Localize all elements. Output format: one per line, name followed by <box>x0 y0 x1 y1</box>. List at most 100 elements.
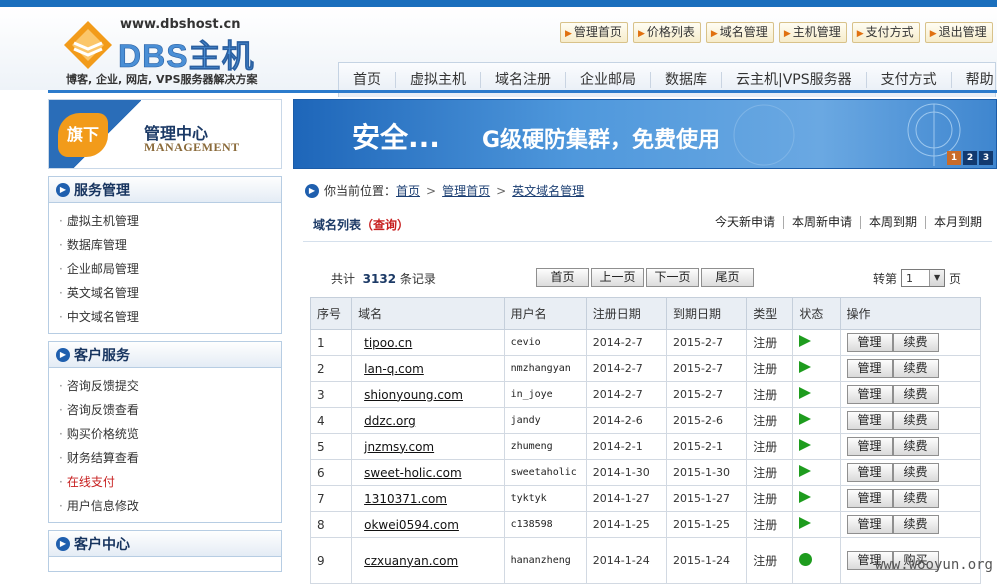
toplink-4[interactable]: ▶支付方式 <box>852 22 920 43</box>
status-cell <box>793 460 840 486</box>
sidebar-item-label: 企业邮局管理 <box>67 262 139 276</box>
reg-date: 2014-2-6 <box>586 408 666 434</box>
exp-date: 2015-2-1 <box>667 434 747 460</box>
domain-link[interactable]: ddzc.org <box>352 408 504 434</box>
section-header: ▶客户中心 <box>49 531 281 557</box>
nav-item-2[interactable]: 域名注册 <box>481 72 566 88</box>
banner-page-0[interactable]: 1 <box>947 151 961 165</box>
domain-link[interactable]: czxuanyan.com <box>352 538 504 584</box>
toplink-2[interactable]: ▶域名管理 <box>706 22 774 43</box>
domain-type: 注册 <box>747 512 793 538</box>
op-button-renew[interactable]: 续费 <box>893 411 939 430</box>
reg-date: 2014-2-7 <box>586 330 666 356</box>
date-filters: 今天新申请本周新申请本周到期本月到期 <box>707 216 982 229</box>
domain-link[interactable]: jnzmsy.com <box>352 434 504 460</box>
arrow-right-icon: ▶ <box>711 29 718 39</box>
breadcrumb: ▶ 你当前位置： 首页 > 管理首页 > 英文域名管理 <box>305 182 584 199</box>
table-row: 1tipoo.cncevio2014-2-72015-2-7注册管理续费 <box>311 330 981 356</box>
nav-item-6[interactable]: 支付方式 <box>867 72 952 88</box>
op-button-manage[interactable]: 管理 <box>847 385 893 404</box>
bullet-icon: · <box>59 427 63 441</box>
filter-3[interactable]: 本月到期 <box>926 216 982 229</box>
bullet-icon: · <box>59 214 63 228</box>
pager-button-0[interactable]: 首页 <box>536 268 589 287</box>
status-cell <box>793 408 840 434</box>
op-button-renew[interactable]: 续费 <box>893 359 939 378</box>
toplink-3[interactable]: ▶主机管理 <box>779 22 847 43</box>
banner-page-2[interactable]: 3 <box>979 151 993 165</box>
toplink-1[interactable]: ▶价格列表 <box>633 22 701 43</box>
page-select[interactable]: 1▼ <box>901 269 945 287</box>
pager-button-3[interactable]: 尾页 <box>701 268 754 287</box>
sidebar-item[interactable]: ·数据库管理 <box>59 233 281 257</box>
breadcrumb-manage-home[interactable]: 管理首页 <box>442 182 490 199</box>
nav-item-7[interactable]: 帮助 <box>952 72 997 88</box>
sidebar-item[interactable]: ·购买价格统览 <box>59 422 281 446</box>
table-row: 3shionyoung.comin_joye2014-2-72015-2-7注册… <box>311 382 981 408</box>
operations-cell: 管理续费 <box>840 486 980 512</box>
op-button-renew[interactable]: 续费 <box>893 463 939 482</box>
op-button-manage[interactable]: 管理 <box>847 437 893 456</box>
query-link[interactable]: （查询） <box>361 218 409 232</box>
sidebar-item[interactable]: ·财务结算查看 <box>59 446 281 470</box>
nav-item-3[interactable]: 企业邮局 <box>566 72 651 88</box>
toplink-5[interactable]: ▶退出管理 <box>925 22 993 43</box>
management-header: 旗下 管理中心 MANAGEMENT <box>48 99 282 169</box>
sidebar-item[interactable]: ·虚拟主机管理 <box>59 209 281 233</box>
op-button-renew[interactable]: 续费 <box>893 437 939 456</box>
sidebar-item[interactable]: ·英文域名管理 <box>59 281 281 305</box>
op-button-manage[interactable]: 管理 <box>847 411 893 430</box>
op-button-manage[interactable]: 管理 <box>847 333 893 352</box>
sidebar-sections: ▶服务管理·虚拟主机管理·数据库管理·企业邮局管理·英文域名管理·中文域名管理▶… <box>48 176 282 572</box>
op-button-renew[interactable]: 续费 <box>893 515 939 534</box>
op-button-renew[interactable]: 续费 <box>893 385 939 404</box>
sidebar-item[interactable]: ·用户信息修改 <box>59 494 281 518</box>
bullet-icon: · <box>59 238 63 252</box>
filter-1[interactable]: 本周新申请 <box>784 216 861 229</box>
filter-2[interactable]: 本周到期 <box>861 216 926 229</box>
domain-link[interactable]: okwei0594.com <box>352 512 504 538</box>
filter-0[interactable]: 今天新申请 <box>707 216 784 229</box>
domain-link[interactable]: sweet-holic.com <box>352 460 504 486</box>
nav-item-4[interactable]: 数据库 <box>651 72 722 88</box>
nav-item-1[interactable]: 虚拟主机 <box>396 72 481 88</box>
dropdown-arrow-icon[interactable]: ▼ <box>929 270 944 286</box>
status-active-icon <box>799 491 811 503</box>
top-stripe <box>0 0 997 7</box>
op-button-renew[interactable]: 续费 <box>893 333 939 352</box>
nav-divider <box>48 90 997 93</box>
nav-item-0[interactable]: 首页 <box>339 72 396 88</box>
pager-button-1[interactable]: 上一页 <box>591 268 644 287</box>
sidebar-item[interactable]: ·企业邮局管理 <box>59 257 281 281</box>
promo-banner[interactable]: 安全... G级硬防集群，免费使用 123 <box>293 99 997 169</box>
breadcrumb-home[interactable]: 首页 <box>396 182 420 199</box>
reg-date: 2014-2-7 <box>586 382 666 408</box>
domain-link[interactable]: shionyoung.com <box>352 382 504 408</box>
nav-item-5[interactable]: 云主机|VPS服务器 <box>722 72 867 88</box>
banner-page-1[interactable]: 2 <box>963 151 977 165</box>
toplink-0[interactable]: ▶管理首页 <box>560 22 628 43</box>
table-row: 5jnzmsy.comzhumeng2014-2-12015-2-1注册管理续费 <box>311 434 981 460</box>
op-button-manage[interactable]: 管理 <box>847 515 893 534</box>
op-button-manage[interactable]: 管理 <box>847 489 893 508</box>
domain-link[interactable]: lan-q.com <box>352 356 504 382</box>
sidebar-section-1: ▶客户服务·咨询反馈提交·咨询反馈查看·购买价格统览·财务结算查看·在线支付·用… <box>48 341 282 523</box>
sidebar-item[interactable]: ·中文域名管理 <box>59 305 281 329</box>
op-button-manage[interactable]: 管理 <box>847 359 893 378</box>
domain-link[interactable]: tipoo.cn <box>352 330 504 356</box>
table-row: 8okwei0594.comc1385982014-1-252015-1-25注… <box>311 512 981 538</box>
list-toolbar: 域名列表（查询） 今天新申请本周新申请本周到期本月到期 <box>303 205 992 242</box>
sidebar-item[interactable]: ·在线支付 <box>59 470 281 494</box>
pager-button-2[interactable]: 下一页 <box>646 268 699 287</box>
sidebar-item[interactable]: ·咨询反馈提交 <box>59 374 281 398</box>
banner-pager: 123 <box>947 151 993 165</box>
domain-link[interactable]: 1310371.com <box>352 486 504 512</box>
table-row: 6sweet-holic.comsweetaholic2014-1-302015… <box>311 460 981 486</box>
op-button-manage[interactable]: 管理 <box>847 463 893 482</box>
op-button-renew[interactable]: 续费 <box>893 489 939 508</box>
qixia-badge: 旗下 <box>58 113 108 157</box>
domain-type: 注册 <box>747 434 793 460</box>
breadcrumb-domain-manage[interactable]: 英文域名管理 <box>512 182 584 199</box>
sidebar-item[interactable]: ·咨询反馈查看 <box>59 398 281 422</box>
sidebar: 旗下 管理中心 MANAGEMENT ▶服务管理·虚拟主机管理·数据库管理·企业… <box>48 99 282 572</box>
